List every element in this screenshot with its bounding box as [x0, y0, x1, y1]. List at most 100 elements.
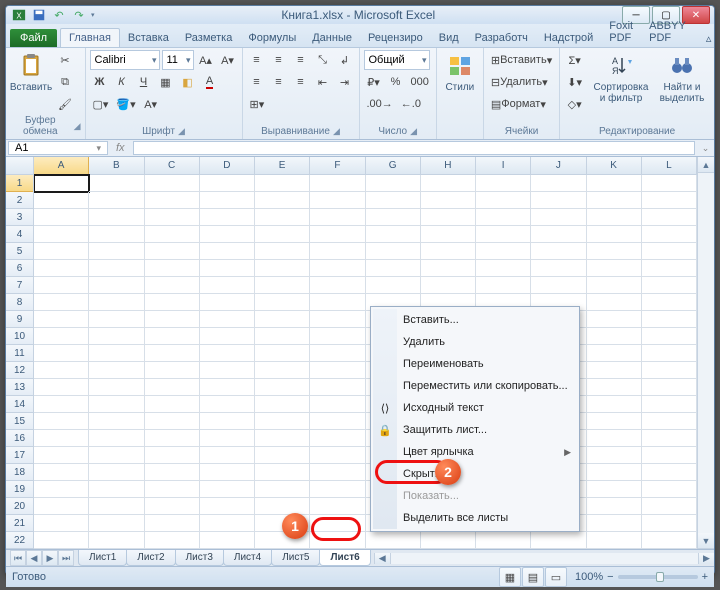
page-break-view-button[interactable]: ▭ [545, 567, 567, 587]
cell[interactable] [310, 260, 365, 277]
context-menu-item[interactable]: Выделить все листы [373, 507, 577, 529]
cell[interactable] [89, 209, 144, 226]
cell[interactable] [200, 277, 255, 294]
tab-view[interactable]: Вид [431, 29, 467, 47]
cell[interactable] [34, 260, 89, 277]
row-header[interactable]: 6 [6, 260, 33, 277]
cell[interactable] [145, 175, 200, 192]
sheet-tab[interactable]: Лист6 [319, 550, 370, 566]
align-launcher-icon[interactable]: ◢ [333, 126, 340, 137]
context-menu-item[interactable]: ⟨⟩Исходный текст [373, 397, 577, 419]
formula-input[interactable] [133, 141, 695, 155]
cell[interactable] [255, 260, 310, 277]
row-header[interactable]: 19 [6, 481, 33, 498]
cell[interactable] [34, 328, 89, 345]
find-select-button[interactable]: Найти и выделить [654, 50, 710, 106]
fill-button[interactable]: 🪣▾ [113, 94, 138, 114]
cell[interactable] [200, 209, 255, 226]
column-header[interactable]: B [89, 157, 144, 174]
clipboard-launcher-icon[interactable]: ◢ [74, 121, 81, 132]
cell[interactable] [642, 175, 697, 192]
cell[interactable] [34, 447, 89, 464]
cell[interactable] [200, 396, 255, 413]
cell[interactable] [531, 226, 586, 243]
cell[interactable] [587, 515, 642, 532]
cell[interactable] [642, 260, 697, 277]
cell[interactable] [642, 226, 697, 243]
cell[interactable] [200, 311, 255, 328]
cell[interactable] [34, 277, 89, 294]
cell[interactable] [34, 532, 89, 549]
cell[interactable] [145, 532, 200, 549]
cell[interactable] [145, 430, 200, 447]
cell[interactable] [145, 498, 200, 515]
cell[interactable] [366, 243, 421, 260]
cell[interactable] [642, 277, 697, 294]
cell[interactable] [200, 515, 255, 532]
cell[interactable] [476, 192, 531, 209]
cell[interactable] [421, 175, 476, 192]
sheet-next-button[interactable]: ▶ [42, 550, 58, 566]
autosum-button[interactable]: Σ▾ [564, 50, 585, 70]
sheet-tab[interactable]: Лист1 [78, 550, 127, 566]
cell[interactable] [476, 260, 531, 277]
sort-filter-button[interactable]: AЯ Сортировка и фильтр [591, 50, 651, 106]
tab-formulas[interactable]: Формулы [240, 29, 304, 47]
cell[interactable] [587, 430, 642, 447]
cell[interactable] [145, 294, 200, 311]
fill-series-button[interactable]: ⬇▾ [564, 72, 585, 92]
cell[interactable] [642, 362, 697, 379]
cell[interactable] [310, 379, 365, 396]
cell[interactable] [310, 294, 365, 311]
cell[interactable] [310, 311, 365, 328]
clear-button[interactable]: ◇▾ [564, 94, 585, 114]
cell[interactable] [476, 209, 531, 226]
cell[interactable] [366, 226, 421, 243]
cell[interactable] [310, 277, 365, 294]
cell[interactable] [34, 481, 89, 498]
column-header[interactable]: L [642, 157, 697, 174]
select-all-corner[interactable] [6, 157, 33, 175]
cell[interactable] [200, 481, 255, 498]
cell[interactable] [145, 209, 200, 226]
redo-button[interactable]: ↷ [70, 6, 88, 24]
cell[interactable] [366, 175, 421, 192]
increase-decimal-button[interactable]: .00→ [364, 94, 396, 114]
cell[interactable] [587, 362, 642, 379]
cell[interactable] [89, 345, 144, 362]
number-format-combo[interactable]: Общий [364, 50, 430, 70]
tab-review[interactable]: Рецензиро [360, 29, 431, 47]
cell[interactable] [34, 294, 89, 311]
cell[interactable] [89, 464, 144, 481]
column-header[interactable]: A [34, 157, 89, 174]
row-header[interactable]: 3 [6, 209, 33, 226]
tab-foxit[interactable]: Foxit PDF [601, 17, 641, 47]
cell[interactable] [34, 192, 89, 209]
context-menu-item[interactable]: Переименовать [373, 353, 577, 375]
tab-data[interactable]: Данные [304, 29, 360, 47]
merge-button[interactable]: ⊞▾ [247, 94, 268, 114]
row-header[interactable]: 22 [6, 532, 33, 549]
format-painter-button[interactable]: 🖌 [55, 94, 75, 114]
cell[interactable] [476, 277, 531, 294]
cell[interactable] [34, 396, 89, 413]
cell[interactable] [531, 192, 586, 209]
cell[interactable] [476, 532, 531, 549]
cell[interactable] [310, 345, 365, 362]
cell[interactable] [255, 498, 310, 515]
cell[interactable] [89, 260, 144, 277]
row-header[interactable]: 9 [6, 311, 33, 328]
cell[interactable] [310, 481, 365, 498]
cell[interactable] [310, 464, 365, 481]
cells[interactable] [34, 175, 697, 549]
cell[interactable] [587, 243, 642, 260]
cell[interactable] [255, 294, 310, 311]
cell[interactable] [145, 243, 200, 260]
cell[interactable] [531, 209, 586, 226]
zoom-out-button[interactable]: − [607, 571, 613, 583]
cell[interactable] [531, 260, 586, 277]
cell[interactable] [642, 396, 697, 413]
cell[interactable] [200, 192, 255, 209]
cell[interactable] [89, 192, 144, 209]
cell[interactable] [145, 362, 200, 379]
